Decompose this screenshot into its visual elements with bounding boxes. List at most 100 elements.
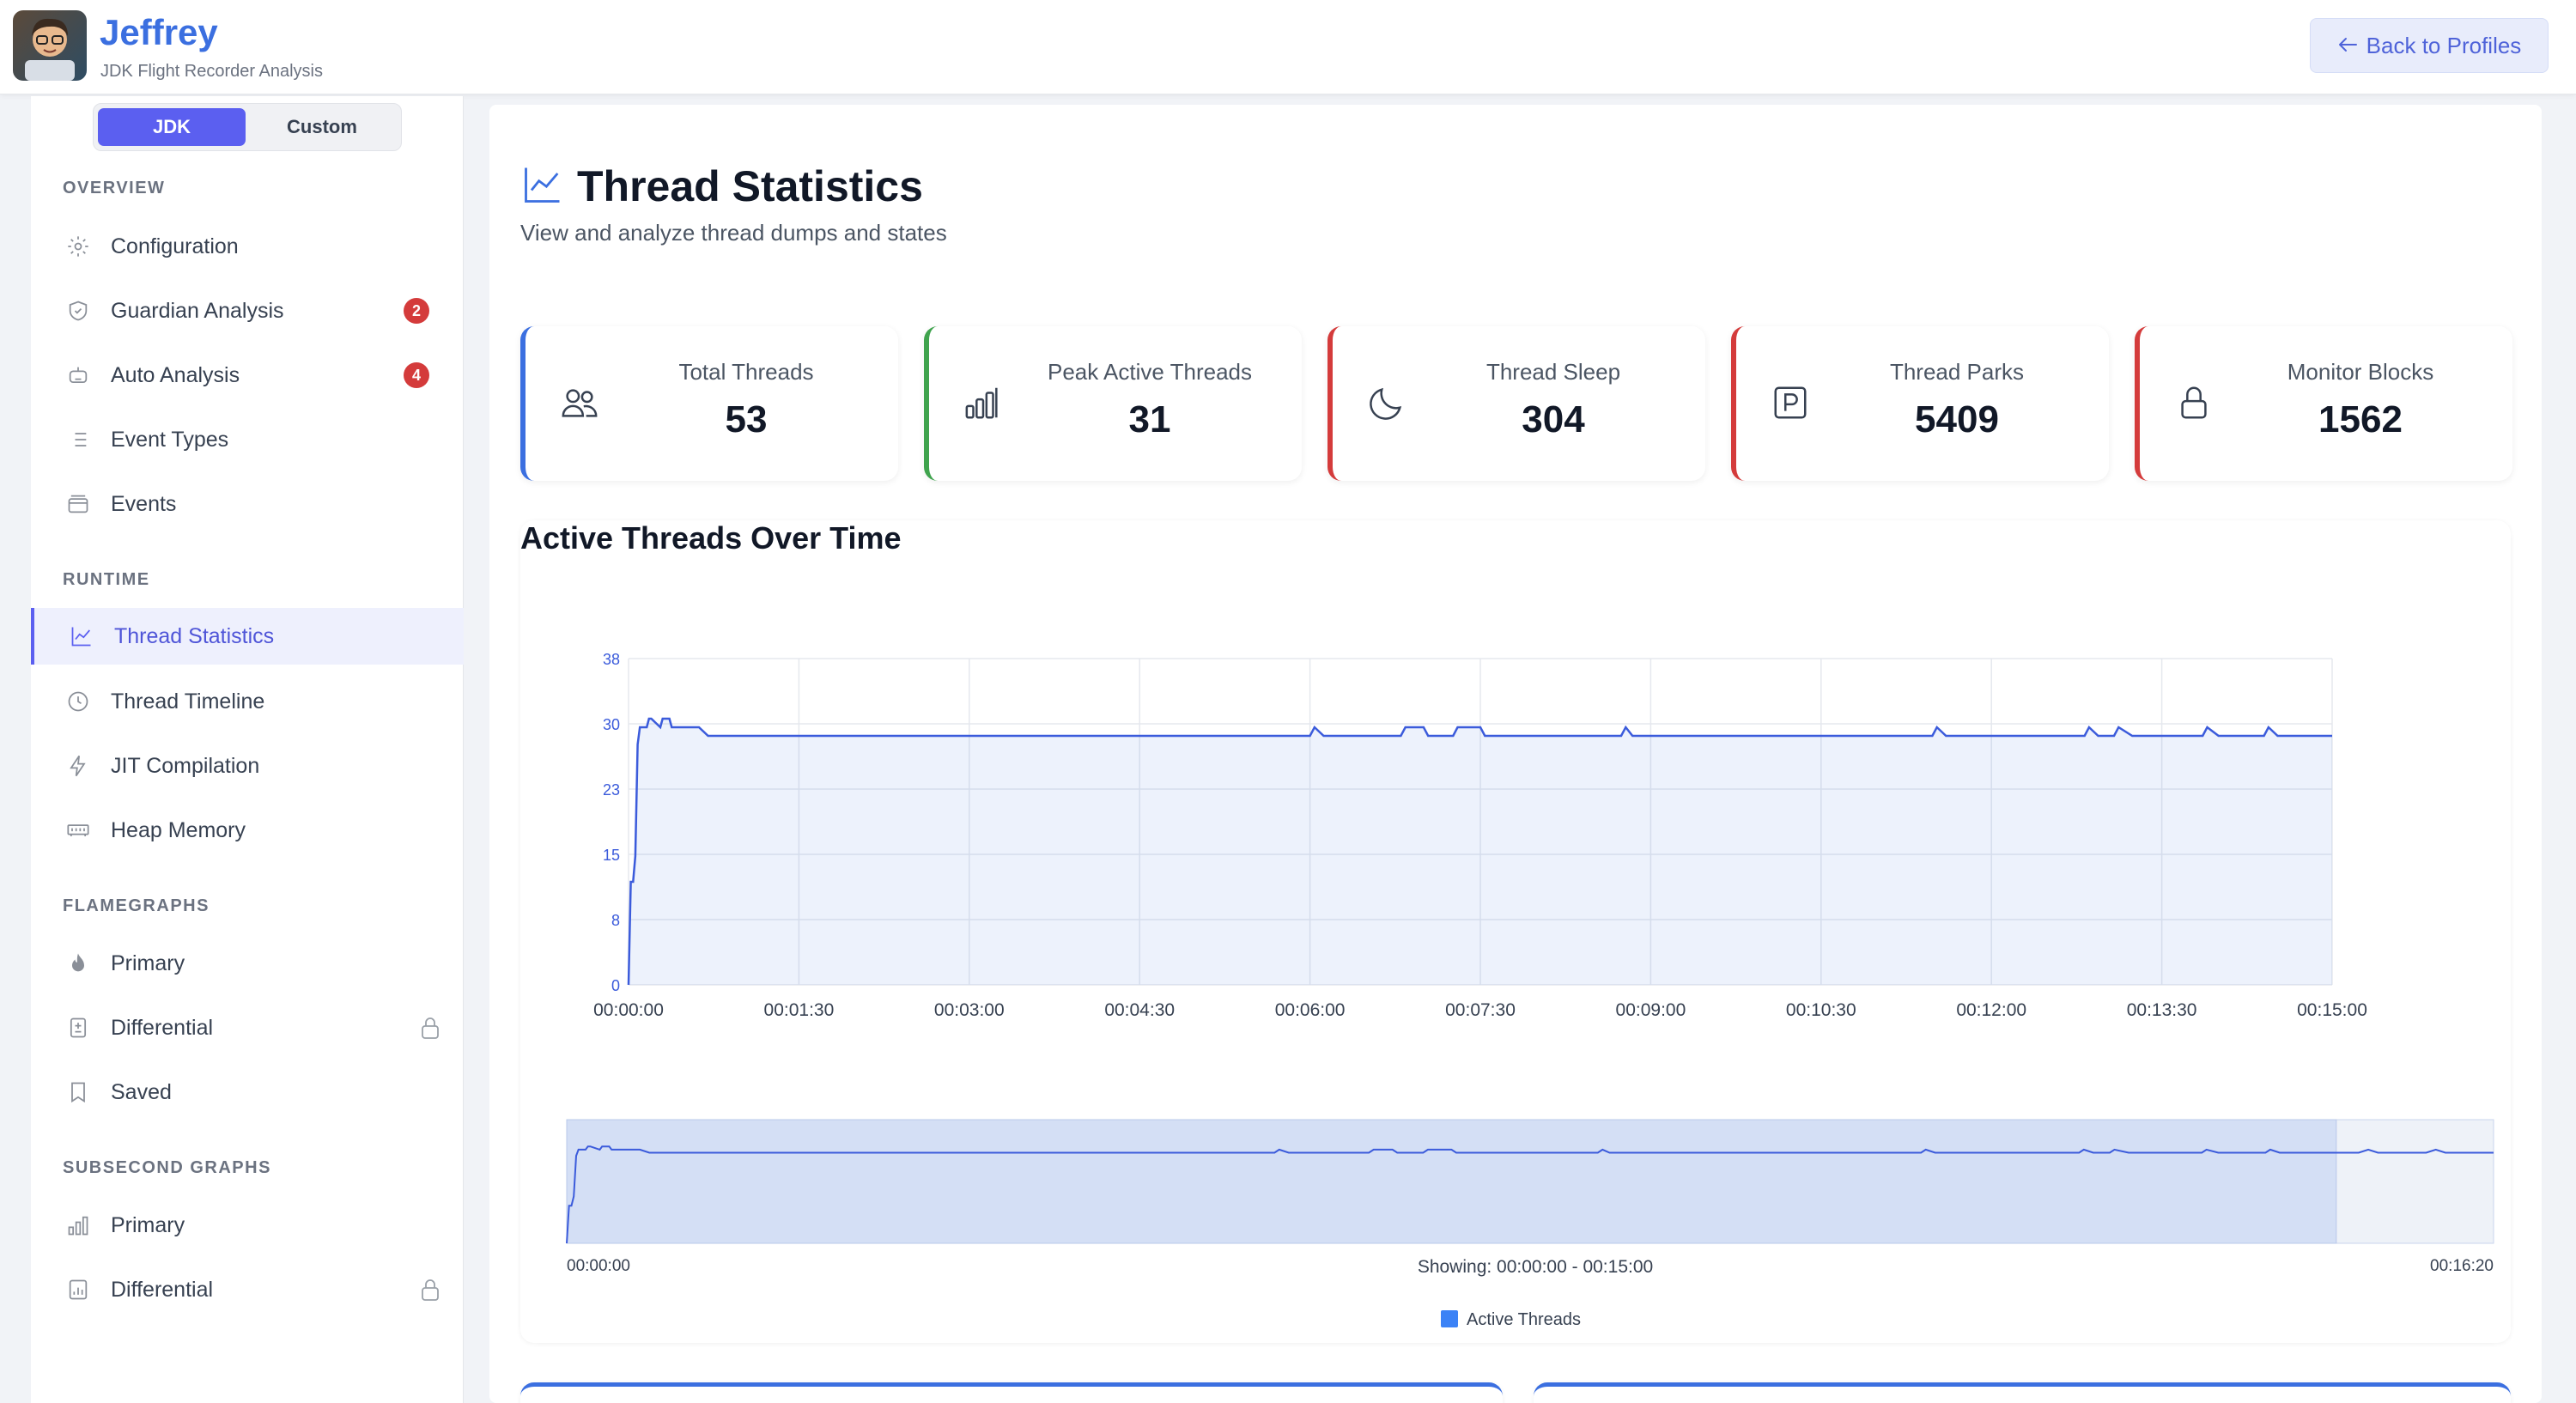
sidebar-item-thread-timeline[interactable]: Thread Timeline [31,673,464,730]
y-tick-label: 30 [603,716,620,733]
y-tick-label: 0 [611,977,620,994]
x-axis-ticks: 00:00:00 00:01:30 00:03:00 00:04:30 00:06:00… [593,1000,2367,1020]
section-runtime: RUNTIME [63,570,150,589]
app-title: Jeffrey [100,12,218,52]
lightning-icon [65,753,91,779]
sidebar-item-guardian-analysis[interactable]: Guardian Analysis 2 [31,282,464,339]
sidebar-item-label: Configuration [111,234,239,258]
x-tick-label: 00:00:00 [593,1000,664,1020]
stat-card-peak-active-threads: Peak Active Threads 31 [924,326,1302,481]
sidebar: JDK Custom OVERVIEW Configuration Guardi… [31,96,464,1403]
legend-label-active-threads: Active Threads [1467,1310,1581,1329]
app-header: Jeffrey JDK Flight Recorder Analysis Bac… [0,0,2576,94]
sidebar-item-subsecond-primary[interactable]: Primary [31,1197,464,1254]
x-tick-label: 00:12:00 [1956,1000,2026,1020]
memory-icon [65,817,91,843]
sidebar-item-label: Heap Memory [111,817,246,842]
bar-chart-icon [65,1212,91,1238]
app-logo [13,10,87,81]
sidebar-item-label: Guardian Analysis [111,298,284,323]
stat-card-monitor-blocks: Monitor Blocks 1562 [2135,326,2512,481]
robot-icon [65,362,91,388]
x-tick-label: 00:09:00 [1616,1000,1686,1020]
section-overview: OVERVIEW [63,179,166,197]
flame-icon [65,951,91,976]
toggle-custom[interactable]: Custom [248,108,396,146]
stat-value: 304 [1522,398,1585,440]
section-flamegraphs: FLAMEGRAPHS [63,896,210,915]
sidebar-item-label: Event Types [111,427,229,452]
sidebar-item-label: Events [111,491,177,516]
page-header: Thread Statistics [520,161,923,211]
stat-card-thread-sleep: Thread Sleep 304 [1327,326,1705,481]
stat-value: 53 [725,398,768,440]
stat-card-total-threads: Total Threads 53 [520,326,898,481]
inbox-icon [65,491,91,517]
x-tick-label: 00:01:30 [764,1000,835,1020]
lock-icon [419,1277,441,1303]
sidebar-item-configuration[interactable]: Configuration [31,218,464,275]
bookmark-icon [65,1079,91,1105]
x-tick-label: 00:06:00 [1275,1000,1346,1020]
x-tick-label: 00:03:00 [934,1000,1005,1020]
stat-value: 31 [1128,398,1171,440]
y-tick-label: 23 [603,781,620,799]
x-tick-label: 00:13:30 [2127,1000,2197,1020]
sidebar-item-subsecond-differential[interactable]: Differential [31,1261,464,1318]
toggle-jdk[interactable]: JDK [98,108,246,146]
stat-value: 5409 [1915,398,1999,440]
shield-icon [65,298,91,324]
series-area-active-threads [629,719,2332,985]
line-chart-icon [520,162,565,211]
navigator-selected-range[interactable] [566,1119,2337,1244]
active-threads-chart-card: Active Threads Over Time 0 8 15 23 30 38 00:0… [520,520,2511,1343]
sidebar-item-heap-memory[interactable]: Heap Memory [31,802,464,859]
source-toggle: JDK Custom [93,103,402,151]
sidebar-item-label: Primary [111,1212,185,1237]
sidebar-item-label: Auto Analysis [111,362,240,387]
sidebar-item-flamegraph-differential[interactable]: Differential [31,999,464,1056]
x-tick-label: 00:15:00 [2297,1000,2367,1020]
sidebar-item-flamegraph-saved[interactable]: Saved [31,1064,464,1121]
guardian-count-badge: 2 [404,298,429,324]
stat-label: Monitor Blocks [2287,359,2434,385]
app-subtitle: JDK Flight Recorder Analysis [100,62,323,81]
sidebar-item-label: Saved [111,1079,172,1104]
section-subsecond-graphs: SUBSECOND GRAPHS [63,1158,271,1177]
sidebar-item-thread-statistics[interactable]: Thread Statistics [31,608,464,665]
sidebar-item-label: Differential [111,1277,214,1302]
sidebar-item-events[interactable]: Events [31,476,464,532]
x-tick-label: 00:04:30 [1104,1000,1175,1020]
y-tick-label: 38 [603,651,620,668]
sidebar-item-label: Thread Statistics [114,623,275,648]
clock-icon [65,689,91,714]
sidebar-item-jit-compilation[interactable]: JIT Compilation [31,738,464,794]
navigator-end-label: 00:16:20 [2430,1257,2494,1275]
stat-label: Thread Parks [1889,359,2025,385]
back-to-profiles-button[interactable]: Back to Profiles [2310,18,2549,73]
line-chart-icon [69,623,94,649]
sidebar-item-label: JIT Compilation [111,753,260,778]
page-title: Thread Statistics [577,162,923,210]
navigator-start-label: 00:00:00 [567,1257,630,1275]
auto-analysis-count-badge: 4 [404,362,429,388]
stat-label: Thread Sleep [1485,359,1621,385]
sidebar-item-event-types[interactable]: Event Types [31,411,464,468]
bottom-card-left [520,1382,1503,1403]
gear-icon [65,234,91,259]
stat-label: Total Threads [678,359,814,385]
main-content: Thread Statistics View and analyze threa… [489,105,2542,1403]
diff-file-icon [65,1015,91,1041]
lock-icon [419,1015,441,1041]
bottom-card-right [1534,1382,2511,1403]
stat-card-thread-parks: Thread Parks 5409 [1731,326,2109,481]
sidebar-item-label: Primary [111,951,185,975]
list-icon [65,427,91,452]
sidebar-item-flamegraph-primary[interactable]: Primary [31,935,464,992]
chart-legend[interactable]: Active Threads [1441,1310,1581,1329]
y-tick-label: 15 [603,847,620,864]
sidebar-item-auto-analysis[interactable]: Auto Analysis 4 [31,347,464,404]
x-tick-label: 00:10:30 [1786,1000,1856,1020]
active-threads-chart[interactable]: 0 8 15 23 30 38 00:00:00 00:01:30 00:03:00 00:04… [520,520,2511,1343]
stat-label: Peak Active Threads [1048,359,1252,385]
